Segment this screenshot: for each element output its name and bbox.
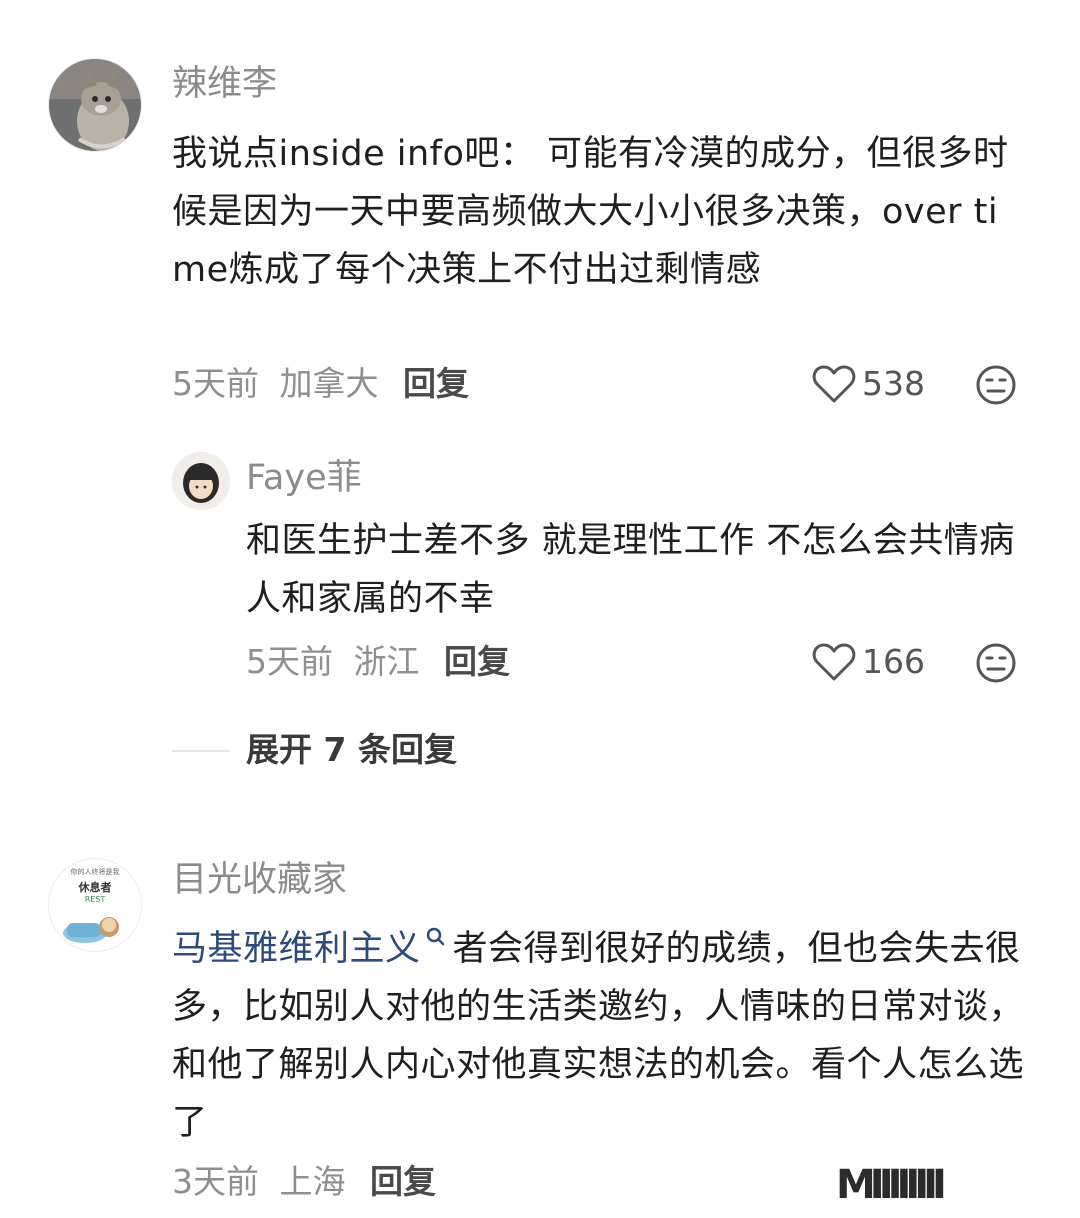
reply-button[interactable]: 回复 — [370, 1162, 436, 1201]
avatar-caption-top: 你的人终将是我 — [70, 868, 120, 876]
comment-text: 马基雅维利主义 者会得到很好的成绩，但也会失去很多，比如别人对他的生活类邀约，人… — [172, 920, 1042, 1152]
expand-divider — [172, 750, 230, 752]
comment-time: 3天前 — [172, 1162, 259, 1201]
girl-avatar-image — [173, 453, 229, 509]
comment-username[interactable]: 目光收藏家 — [172, 858, 347, 902]
comment-meta: 5天前 加拿大 回复 — [172, 362, 469, 406]
reply-location: 浙江 — [353, 642, 420, 681]
dislike-face-icon — [976, 365, 1016, 405]
reply-text: 和医生护士差不多 就是理性工作 不怎么会共情病人和家属的不幸 — [246, 521, 1015, 619]
dislike-face-icon — [976, 643, 1016, 683]
avatar[interactable]: 你的人终将是我 休息者 REST — [48, 858, 142, 952]
comment-time: 5天前 — [172, 364, 259, 403]
watermark-text: MIIIIIIII — [836, 1162, 947, 1208]
comment-text: 我说点inside info吧： 可能有冷漠的成分，但很多时候是因为一天中要高频… — [172, 134, 1009, 290]
heart-icon — [812, 365, 856, 403]
cat-avatar-image — [49, 59, 141, 151]
reply-time: 5天前 — [246, 642, 333, 681]
like-count: 166 — [862, 642, 925, 681]
search-link-icon[interactable] — [425, 926, 447, 952]
avatar[interactable] — [172, 452, 230, 510]
dislike-button[interactable] — [975, 364, 1017, 406]
avatar[interactable] — [48, 58, 142, 152]
keyword-link[interactable]: 马基雅维利主义 — [172, 929, 421, 969]
like-button[interactable]: 166 — [812, 640, 925, 684]
reply-username[interactable]: Faye菲 — [246, 456, 362, 500]
comment-meta: 3天前 上海 回复 — [172, 1160, 436, 1204]
heart-icon — [812, 643, 856, 681]
reply-button[interactable]: 回复 — [403, 364, 469, 403]
comment-location: 加拿大 — [279, 364, 379, 403]
like-count: 538 — [862, 364, 925, 403]
expand-replies-button[interactable]: 展开 7 条回复 — [246, 728, 457, 772]
avatar-caption-main: 休息者 — [78, 881, 112, 894]
reply-meta: 5天前 浙江 回复 — [246, 640, 510, 684]
reply-button[interactable]: 回复 — [444, 642, 510, 681]
comment-username[interactable]: 辣维李 — [172, 62, 277, 106]
dislike-button[interactable] — [975, 642, 1017, 684]
like-button[interactable]: 538 — [812, 362, 925, 406]
comment-location: 上海 — [279, 1162, 346, 1201]
avatar-caption-rest: REST — [84, 895, 106, 904]
